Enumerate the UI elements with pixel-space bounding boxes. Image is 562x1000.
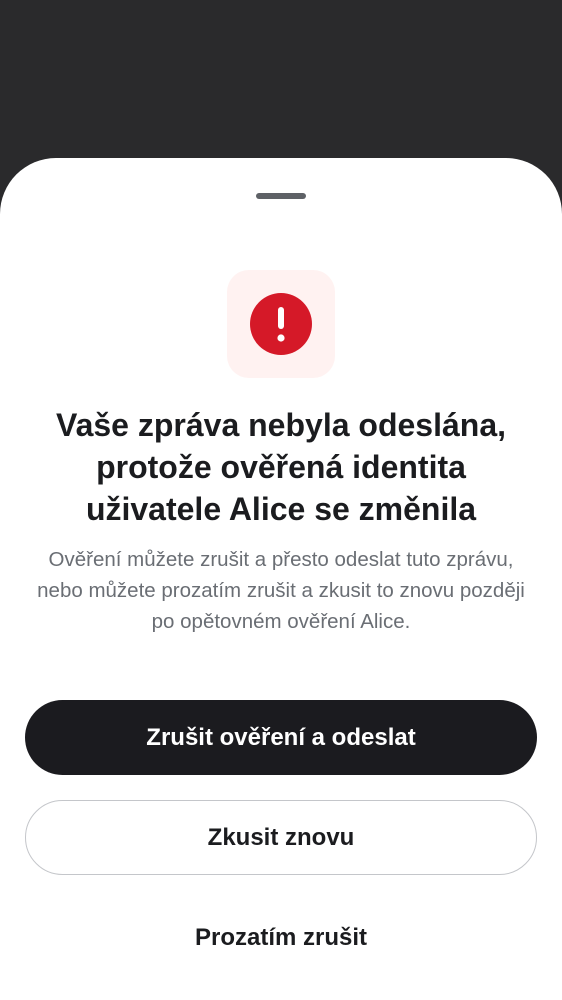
cancel-for-now-button[interactable]: Prozatím zrušit <box>25 900 537 975</box>
sheet-title: Vaše zpráva nebyla odeslána, protože ově… <box>55 407 506 527</box>
sheet-description: Ověření můžete zrušit a přesto odeslat t… <box>37 548 525 633</box>
screen: { "sheet": { "icon": "exclamation-circle… <box>0 0 562 1000</box>
alert-icon-tile <box>227 270 335 378</box>
cancel-verification-and-send-button[interactable]: Zrušit ověření a odeslat <box>25 700 537 775</box>
bottom-sheet: Vaše zpráva nebyla odeslána, protože ově… <box>0 158 562 1000</box>
drag-handle[interactable] <box>256 193 306 199</box>
retry-button[interactable]: Zkusit znovu <box>25 800 537 875</box>
exclamation-circle-icon <box>250 293 312 355</box>
